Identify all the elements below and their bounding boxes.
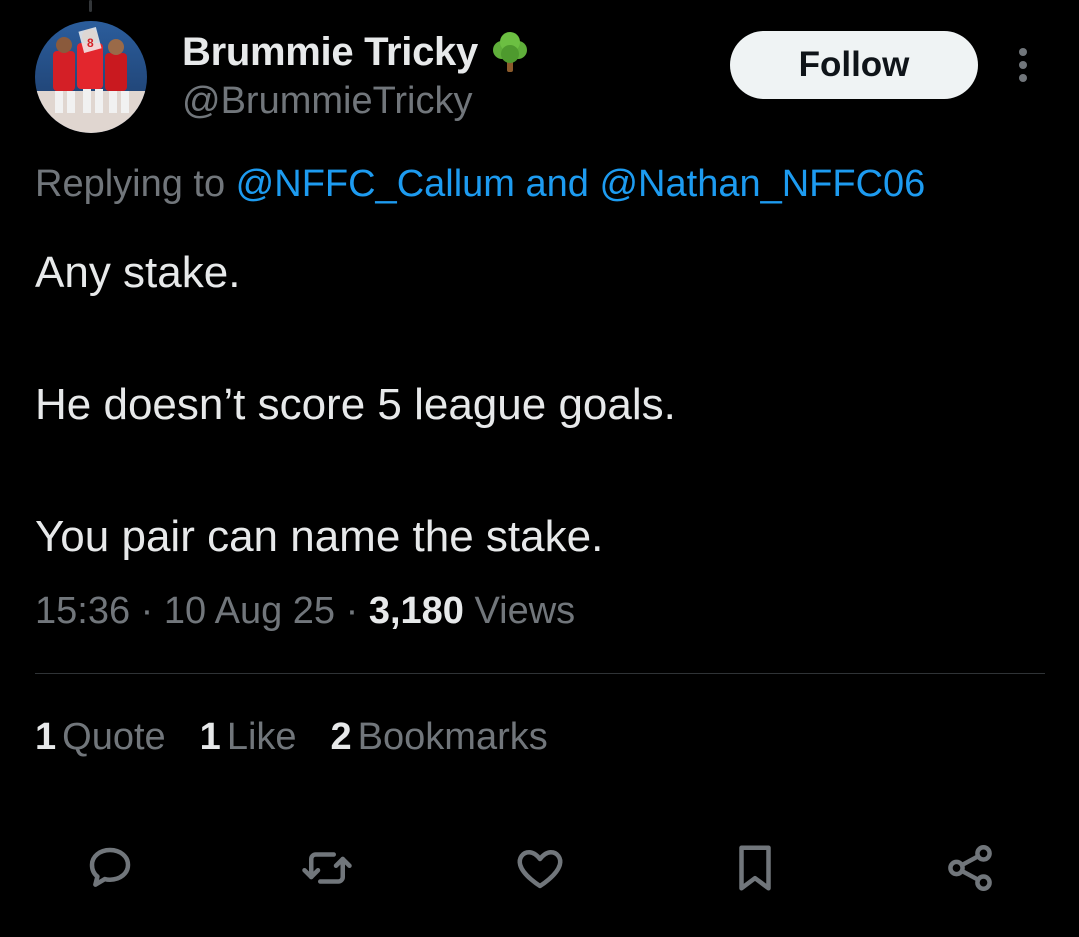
like-icon: [517, 850, 563, 889]
thread-connector-line: [89, 0, 92, 12]
avatar[interactable]: 8: [35, 21, 147, 133]
quotes-stat[interactable]: 1 Quote: [35, 716, 166, 759]
svg-text:8: 8: [87, 36, 94, 50]
action-bar: [0, 838, 1079, 898]
reply-icon: [89, 847, 131, 887]
avatar-image: 8: [35, 21, 147, 133]
replying-to-line: Replying to @NFFC_Callum and @Nathan_NFF…: [35, 163, 925, 206]
reply-button[interactable]: [80, 838, 140, 898]
tweet-line: He doesn’t score 5 league goals.: [35, 380, 676, 429]
quotes-count: 1: [35, 716, 57, 758]
views-label: Views: [463, 590, 576, 632]
share-button[interactable]: [940, 838, 1000, 898]
tweet-date[interactable]: 10 Aug 25: [164, 590, 335, 632]
likes-stat[interactable]: 1 Like: [200, 716, 297, 759]
divider: [35, 673, 1045, 674]
like-button[interactable]: [510, 838, 570, 898]
mention-link-nathan[interactable]: @Nathan_NFFC06: [599, 163, 925, 205]
bookmark-icon: [739, 845, 771, 891]
author-name-row: Brummie Tricky: [182, 30, 532, 74]
tweet-body: Any stake. He doesn’t score 5 league goa…: [35, 240, 676, 570]
engagement-stats: 1 Quote 1 Like 2 Bookmarks: [35, 716, 548, 759]
tweet-line: You pair can name the stake.: [35, 512, 604, 561]
display-name[interactable]: Brummie Tricky: [182, 30, 478, 75]
bookmarks-label: Bookmarks: [357, 716, 548, 758]
bookmark-button[interactable]: [725, 838, 785, 898]
author-handle[interactable]: @BrummieTricky: [182, 80, 473, 123]
tweet-line: Any stake.: [35, 248, 241, 297]
meta-separator: ·: [335, 590, 369, 632]
bookmarks-count: 2: [330, 716, 352, 758]
tweet-time[interactable]: 15:36: [35, 590, 130, 632]
replying-prefix: Replying to: [35, 163, 236, 205]
follow-button[interactable]: Follow: [730, 31, 978, 99]
bookmarks-stat[interactable]: 2 Bookmarks: [331, 716, 548, 759]
share-icon: [948, 845, 992, 891]
quotes-label: Quote: [62, 716, 166, 758]
more-options-icon[interactable]: [1006, 44, 1040, 86]
likes-label: Like: [226, 716, 297, 758]
tweet-meta: 15:36 · 10 Aug 25 · 3,180 Views: [35, 590, 575, 633]
meta-separator: ·: [130, 590, 164, 632]
mention-link-callum[interactable]: @NFFC_Callum: [236, 163, 515, 205]
deciduous-tree-icon: [488, 30, 532, 74]
retweet-button[interactable]: [297, 838, 357, 898]
likes-count: 1: [199, 716, 221, 758]
replying-conjunction: and: [514, 163, 600, 205]
views-count: 3,180: [368, 590, 464, 632]
retweet-icon: [302, 852, 352, 884]
